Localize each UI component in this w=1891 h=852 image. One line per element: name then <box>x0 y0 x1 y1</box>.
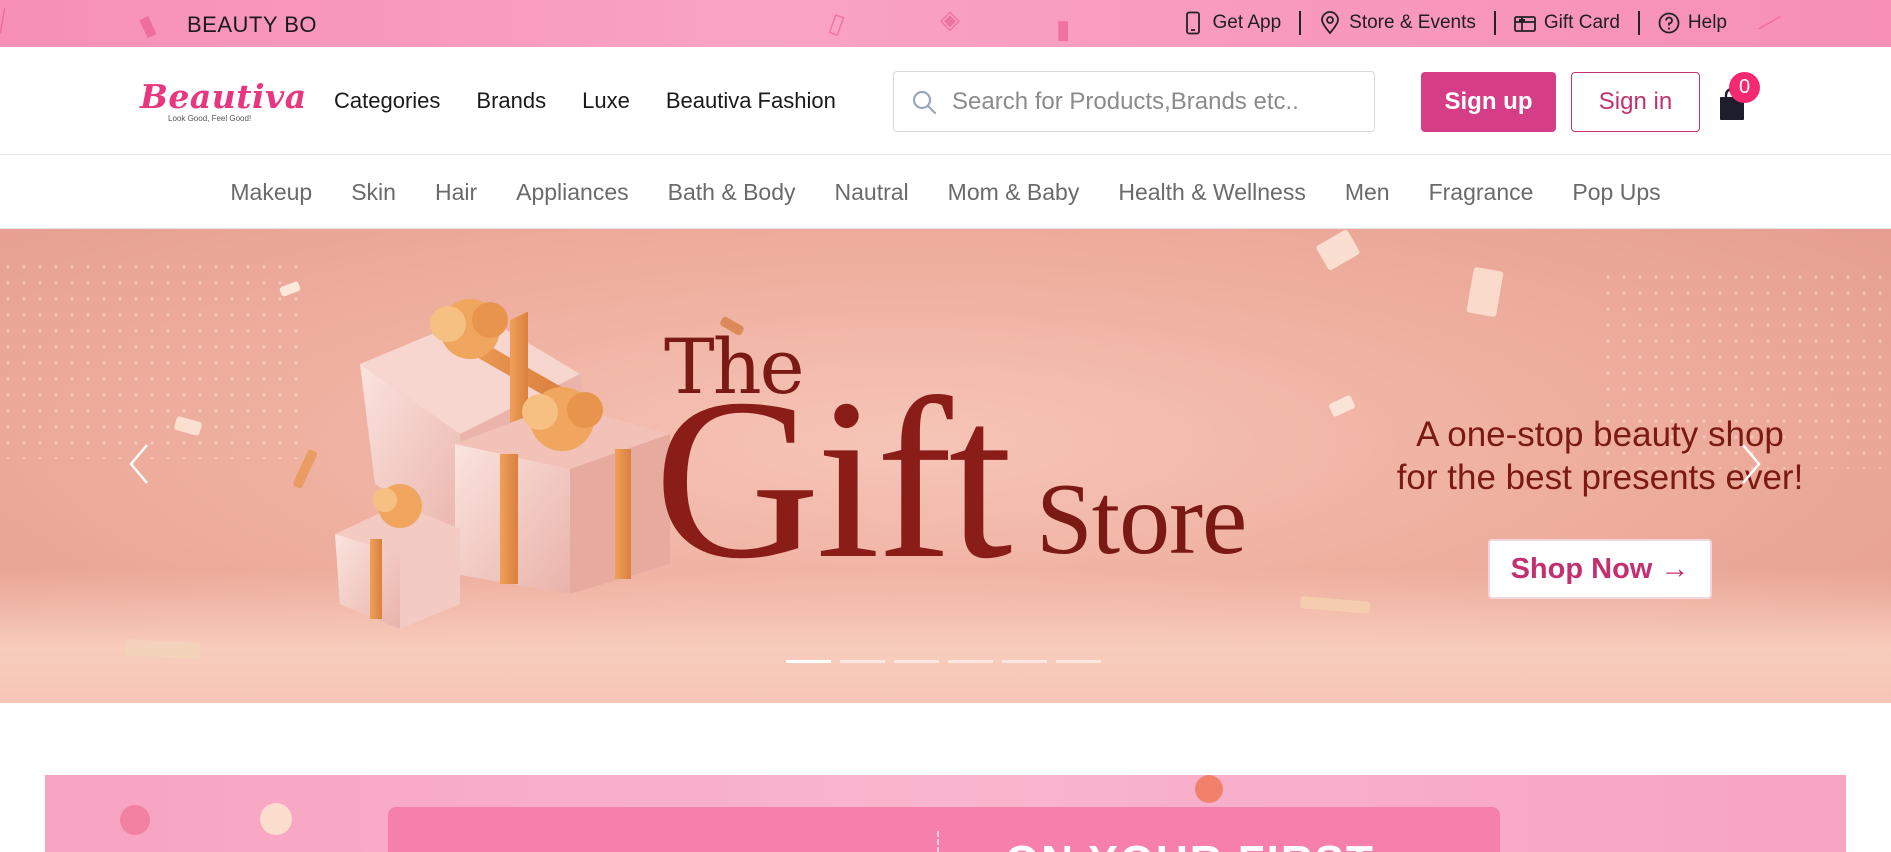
category-mom-baby[interactable]: Mom & Baby <box>948 179 1080 206</box>
category-nav: Makeup Skin Hair Appliances Bath & Body … <box>0 156 1891 229</box>
logo-wordmark: Beautiva <box>140 77 307 116</box>
carousel-indicator[interactable] <box>786 660 831 663</box>
main-header: Beautiva Look Good, Feel Good! Categorie… <box>0 47 1891 155</box>
lipstick-icon: ▮ <box>134 8 160 42</box>
carousel-indicator[interactable] <box>894 660 939 663</box>
gift-boxes-illustration <box>335 299 670 629</box>
phone-icon <box>1186 11 1201 35</box>
confetti <box>1328 394 1356 418</box>
category-appliances[interactable]: Appliances <box>516 179 629 206</box>
nav-categories[interactable]: Categories <box>334 88 440 114</box>
carousel-indicator[interactable] <box>1002 660 1047 663</box>
get-app-label: Get App <box>1212 12 1282 33</box>
logo[interactable]: Beautiva Look Good, Feel Good! <box>140 77 307 123</box>
shop-now-button[interactable]: Shop Now → <box>1488 539 1712 599</box>
help-link[interactable]: Help <box>1640 11 1745 35</box>
lipstick-icon: ⟋ <box>0 3 18 39</box>
category-skin[interactable]: Skin <box>351 179 396 206</box>
category-makeup[interactable]: Makeup <box>230 179 312 206</box>
category-natural[interactable]: Nautral <box>835 179 909 206</box>
cart-count-badge: 0 <box>1729 72 1760 103</box>
nail-polish-icon: ▮ <box>1056 14 1071 44</box>
category-pop-ups[interactable]: Pop Ups <box>1572 179 1660 206</box>
sign-in-button[interactable]: Sign in <box>1571 72 1700 132</box>
confetti <box>260 803 292 835</box>
store-events-label: Store & Events <box>1349 12 1476 33</box>
nav-brands[interactable]: Brands <box>476 88 546 114</box>
category-men[interactable]: Men <box>1345 179 1390 206</box>
store-events-link[interactable]: Store & Events <box>1301 11 1494 35</box>
confetti <box>1315 229 1361 272</box>
help-circle-icon <box>1658 12 1680 34</box>
nav-beautiva-fashion[interactable]: Beautiva Fashion <box>666 88 836 114</box>
carousel-next-arrow-icon[interactable] <box>1735 441 1765 487</box>
nail-polish-icon: ▯ <box>825 6 850 40</box>
offer-text: ON YOUR FIRST <box>1005 837 1375 852</box>
promo-text[interactable]: BEAUTY BO <box>187 12 317 38</box>
hero-title-gift: Gift <box>654 351 1012 606</box>
gift-card-link[interactable]: Gift Card <box>1496 11 1638 35</box>
confetti <box>1466 266 1504 318</box>
announcement-bar: ⟋ ▮ ▯ ◈ ▮ ⟋ BEAUTY BO Get App Store & Ev… <box>0 0 1891 47</box>
category-bath-body[interactable]: Bath & Body <box>668 179 796 206</box>
carousel-indicator[interactable] <box>1056 660 1101 663</box>
hero-title-store: Store <box>1036 463 1247 576</box>
search-box[interactable] <box>893 71 1375 132</box>
nav-luxe[interactable]: Luxe <box>582 88 630 114</box>
confetti <box>1195 775 1223 803</box>
utility-links: Get App Store & Events Gift Card Help <box>1164 7 1745 39</box>
carousel-indicator[interactable] <box>948 660 993 663</box>
category-hair[interactable]: Hair <box>435 179 477 206</box>
carousel-indicators <box>786 660 1101 663</box>
compact-icon: ◈ <box>940 4 960 34</box>
category-health-wellness[interactable]: Health & Wellness <box>1118 179 1306 206</box>
search-icon <box>912 90 937 114</box>
get-app-link[interactable]: Get App <box>1164 11 1299 35</box>
carousel-prev-arrow-icon[interactable] <box>125 441 155 487</box>
help-label: Help <box>1687 12 1727 33</box>
search-input[interactable] <box>952 87 1342 116</box>
confetti <box>120 805 150 835</box>
carousel-indicator[interactable] <box>840 660 885 663</box>
ticket-perforation <box>937 831 939 852</box>
dot-pattern <box>0 259 300 459</box>
gift-card-icon <box>1513 16 1536 32</box>
main-nav: Categories Brands Luxe Beautiva Fashion <box>334 88 836 114</box>
category-fragrance[interactable]: Fragrance <box>1429 179 1534 206</box>
promo-banner[interactable]: ON YOUR FIRST <box>45 775 1846 852</box>
location-pin-icon <box>1321 11 1340 35</box>
brush-icon: ⟋ <box>1755 5 1784 41</box>
gift-card-label: Gift Card <box>1543 12 1620 33</box>
sign-up-button[interactable]: Sign up <box>1421 72 1556 132</box>
hero-carousel[interactable]: The Gift Store A one-stop beauty shop fo… <box>0 229 1891 703</box>
